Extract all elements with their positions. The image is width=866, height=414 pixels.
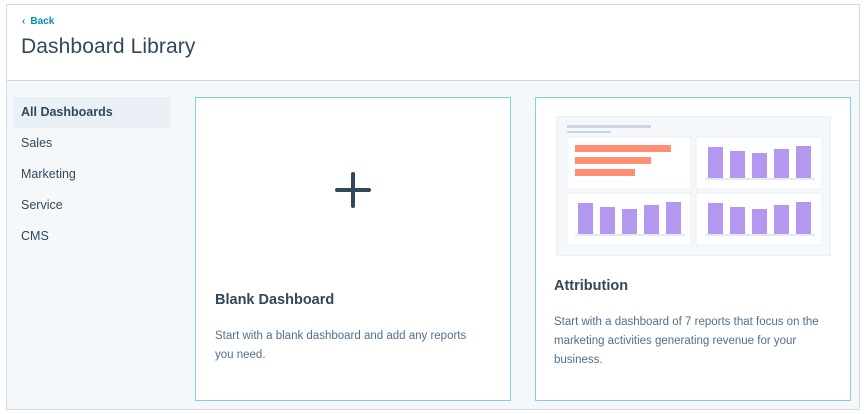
page-header: ‹ Back Dashboard Library bbox=[7, 5, 859, 81]
blank-dashboard-title: Blank Dashboard bbox=[215, 292, 335, 308]
category-sidebar: All Dashboards Sales Marketing Service C… bbox=[13, 97, 171, 252]
sidebar-item-cms[interactable]: CMS bbox=[13, 221, 171, 252]
back-link[interactable]: ‹ Back bbox=[22, 16, 54, 27]
plus-icon bbox=[335, 172, 371, 208]
back-label: Back bbox=[30, 16, 55, 27]
sidebar-item-all-dashboards[interactable]: All Dashboards bbox=[13, 97, 171, 128]
attribution-preview-thumbnail bbox=[556, 116, 831, 256]
attribution-title: Attribution bbox=[554, 278, 629, 294]
page-title: Dashboard Library bbox=[21, 35, 196, 58]
sidebar-item-sales[interactable]: Sales bbox=[13, 128, 171, 159]
attribution-description: Start with a dashboard of 7 reports that… bbox=[554, 316, 819, 366]
dashboard-preview-image bbox=[566, 125, 823, 246]
blank-dashboard-card[interactable]: Blank Dashboard Start with a blank dashb… bbox=[195, 97, 511, 401]
chevron-left-icon: ‹ bbox=[22, 15, 26, 27]
blank-dashboard-description: Start with a blank dashboard and add any… bbox=[215, 330, 467, 361]
dashboard-library-page: ‹ Back Dashboard Library All Dashboards … bbox=[6, 4, 860, 410]
sidebar-item-service[interactable]: Service bbox=[13, 190, 171, 221]
attribution-card[interactable]: Attribution Start with a dashboard of 7 … bbox=[535, 97, 851, 401]
sidebar-item-marketing[interactable]: Marketing bbox=[13, 159, 171, 190]
